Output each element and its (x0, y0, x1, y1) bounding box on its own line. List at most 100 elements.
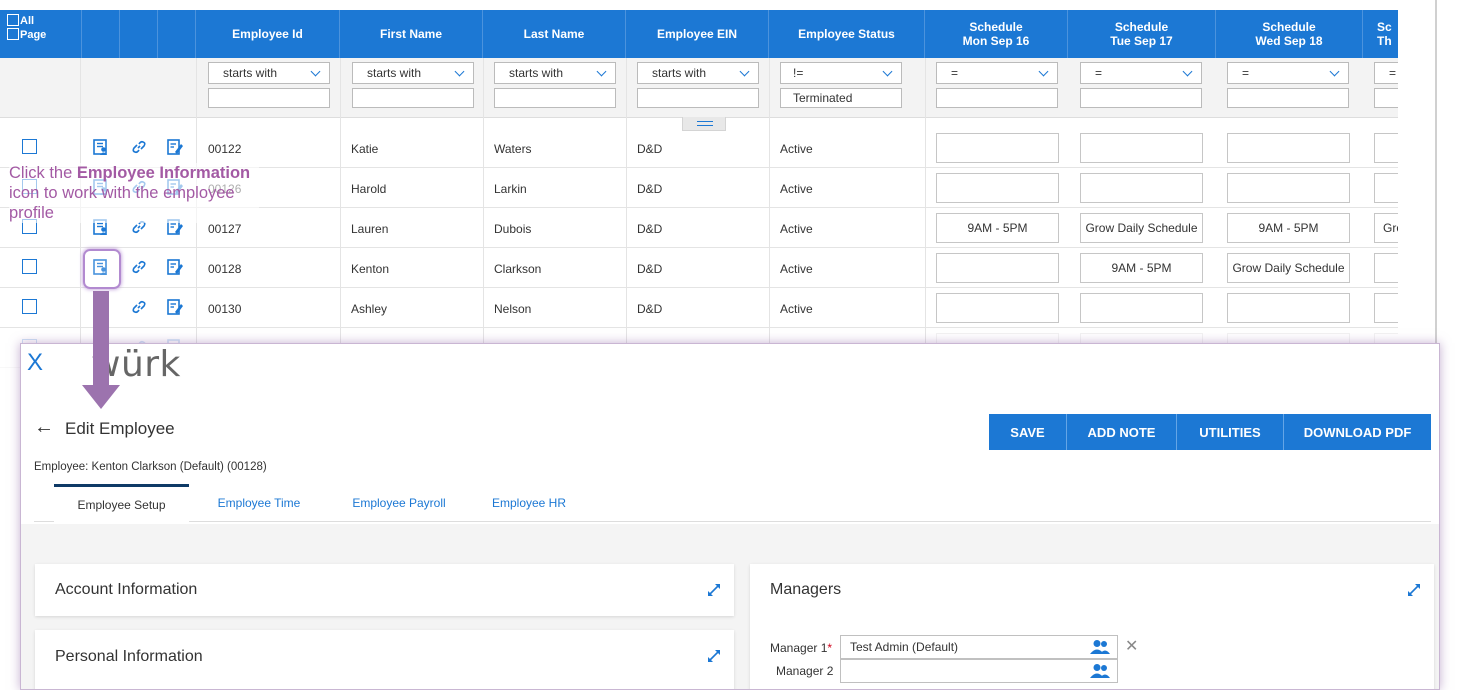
schedule-cell[interactable] (1374, 253, 1398, 283)
back-arrow-icon[interactable]: ← (34, 416, 54, 439)
cell-status: Active (780, 182, 813, 196)
personal-information-panel[interactable]: Personal Information (35, 630, 734, 689)
edit-employee-modal: X würk ← Edit Employee SAVE ADD NOTE UTI… (20, 343, 1440, 690)
edit-icon[interactable] (166, 138, 184, 156)
col-first-name[interactable]: First Name (340, 10, 483, 58)
schedule-cell[interactable] (936, 293, 1059, 323)
expand-icon[interactable] (706, 648, 722, 664)
schedule-tue-filter-select[interactable]: = (1080, 62, 1202, 84)
clear-manager-icon[interactable]: ✕ (1125, 636, 1138, 656)
schedule-thu-filter-input[interactable] (1374, 88, 1398, 108)
row-checkbox[interactable] (22, 139, 37, 154)
grid-header: All Page Employee Id First Name Last Nam… (0, 10, 1398, 58)
chevron-down-icon (1182, 66, 1193, 77)
employee-id-filter-input[interactable] (208, 88, 330, 108)
col-schedule-mon[interactable]: Schedule Mon Sep 16 (925, 10, 1068, 58)
action-toolbar: SAVE ADD NOTE UTILITIES DOWNLOAD PDF (989, 414, 1431, 450)
schedule-cell[interactable] (1227, 173, 1350, 203)
utilities-button[interactable]: UTILITIES (1177, 414, 1284, 450)
close-icon[interactable]: X (27, 350, 43, 376)
schedule-cell[interactable] (1374, 133, 1398, 163)
schedule-cell[interactable] (936, 253, 1059, 283)
schedule-mon-filter-select[interactable]: = (936, 62, 1058, 84)
cell-last: Dubois (494, 222, 532, 236)
chevron-down-icon (882, 66, 893, 77)
account-information-panel[interactable]: Account Information (35, 564, 734, 616)
col-employee-status[interactable]: Employee Status (769, 10, 925, 58)
link-icon[interactable] (130, 258, 148, 276)
schedule-mon-filter-input[interactable] (936, 88, 1058, 108)
save-button[interactable]: SAVE (989, 414, 1067, 450)
status-filter-input[interactable]: Terminated (780, 88, 902, 108)
first-name-filter-select[interactable]: starts with (352, 62, 474, 84)
personal-information-title: Personal Information (55, 648, 203, 665)
last-name-filter-input[interactable] (494, 88, 616, 108)
col-last-name[interactable]: Last Name (483, 10, 626, 58)
cell-id: 00122 (208, 142, 242, 156)
expand-icon[interactable] (706, 582, 722, 598)
cell-last: Nelson (494, 302, 532, 316)
col-schedule-wed[interactable]: Schedule Wed Sep 18 (1216, 10, 1363, 58)
row-checkbox[interactable] (22, 259, 37, 274)
add-note-button[interactable]: ADD NOTE (1067, 414, 1177, 450)
cell-status: Active (780, 262, 813, 276)
tab-employee-time[interactable]: Employee Time (204, 484, 314, 522)
schedule-wed-filter-select[interactable]: = (1227, 62, 1349, 84)
edit-icon[interactable] (166, 298, 184, 316)
schedule-cell[interactable]: 9AM - 5PM (1227, 213, 1350, 243)
tutorial-arrow-shaft (93, 291, 109, 387)
employee-id-filter-select[interactable]: starts with (208, 62, 330, 84)
schedule-cell[interactable] (1080, 293, 1203, 323)
schedule-cell[interactable] (1227, 293, 1350, 323)
schedule-tue-filter-input[interactable] (1080, 88, 1202, 108)
schedule-wed-filter-input[interactable] (1227, 88, 1349, 108)
row-checkbox[interactable] (22, 299, 37, 314)
account-information-title: Account Information (55, 581, 198, 598)
col-schedule-thu[interactable]: Sc Th (1363, 10, 1398, 58)
download-pdf-button[interactable]: DOWNLOAD PDF (1284, 414, 1431, 450)
schedule-cell[interactable]: 9AM - 5PM (936, 213, 1059, 243)
edit-icon[interactable] (166, 258, 184, 276)
link-icon[interactable] (130, 298, 148, 316)
manager2-field[interactable] (840, 659, 1118, 683)
schedule-cell[interactable] (1374, 173, 1398, 203)
tab-employee-setup[interactable]: Employee Setup (54, 484, 189, 522)
schedule-cell[interactable] (1080, 173, 1203, 203)
schedule-cell[interactable]: Grow Daily Schedule (1080, 213, 1203, 243)
schedule-cell[interactable]: 9AM - 5PM (1080, 253, 1203, 283)
schedule-cell[interactable]: Grow Daily Schedule (1227, 253, 1350, 283)
cell-ein: D&D (637, 262, 663, 276)
status-filter-select[interactable]: != (780, 62, 902, 84)
employee-info-highlight (83, 249, 121, 289)
chevron-down-icon (310, 66, 321, 77)
schedule-cell[interactable] (936, 133, 1059, 163)
chevron-down-icon (596, 66, 607, 77)
people-icon[interactable] (1089, 663, 1111, 679)
employee-information-icon[interactable] (92, 138, 110, 156)
col-employee-ein[interactable]: Employee EIN (626, 10, 769, 58)
col-schedule-tue[interactable]: Schedule Tue Sep 17 (1068, 10, 1216, 58)
first-name-filter-input[interactable] (352, 88, 474, 108)
page-title: Edit Employee (65, 419, 175, 438)
link-icon[interactable] (130, 138, 148, 156)
schedule-thu-filter-select[interactable]: = (1374, 62, 1398, 84)
schedule-cell[interactable] (1080, 133, 1203, 163)
people-icon[interactable] (1089, 639, 1111, 655)
schedule-cell[interactable] (936, 173, 1059, 203)
schedule-cell[interactable] (1374, 293, 1398, 323)
last-name-filter-select[interactable]: starts with (494, 62, 616, 84)
cell-status: Active (780, 142, 813, 156)
manager1-field[interactable]: Test Admin (Default) (840, 635, 1118, 659)
cell-first: Harold (351, 182, 387, 196)
expand-icon[interactable] (1406, 582, 1422, 598)
cell-ein: D&D (637, 182, 663, 196)
ein-filter-select[interactable]: starts with (637, 62, 759, 84)
schedule-cell[interactable] (1227, 133, 1350, 163)
col-employee-id[interactable]: Employee Id (196, 10, 340, 58)
ein-filter-input[interactable] (637, 88, 759, 108)
tab-employee-hr[interactable]: Employee HR (484, 484, 574, 522)
cell-id: 00128 (208, 262, 242, 276)
tab-employee-payroll[interactable]: Employee Payroll (334, 484, 464, 522)
chevron-down-icon (739, 66, 750, 77)
schedule-cell[interactable]: Gro (1374, 213, 1398, 243)
